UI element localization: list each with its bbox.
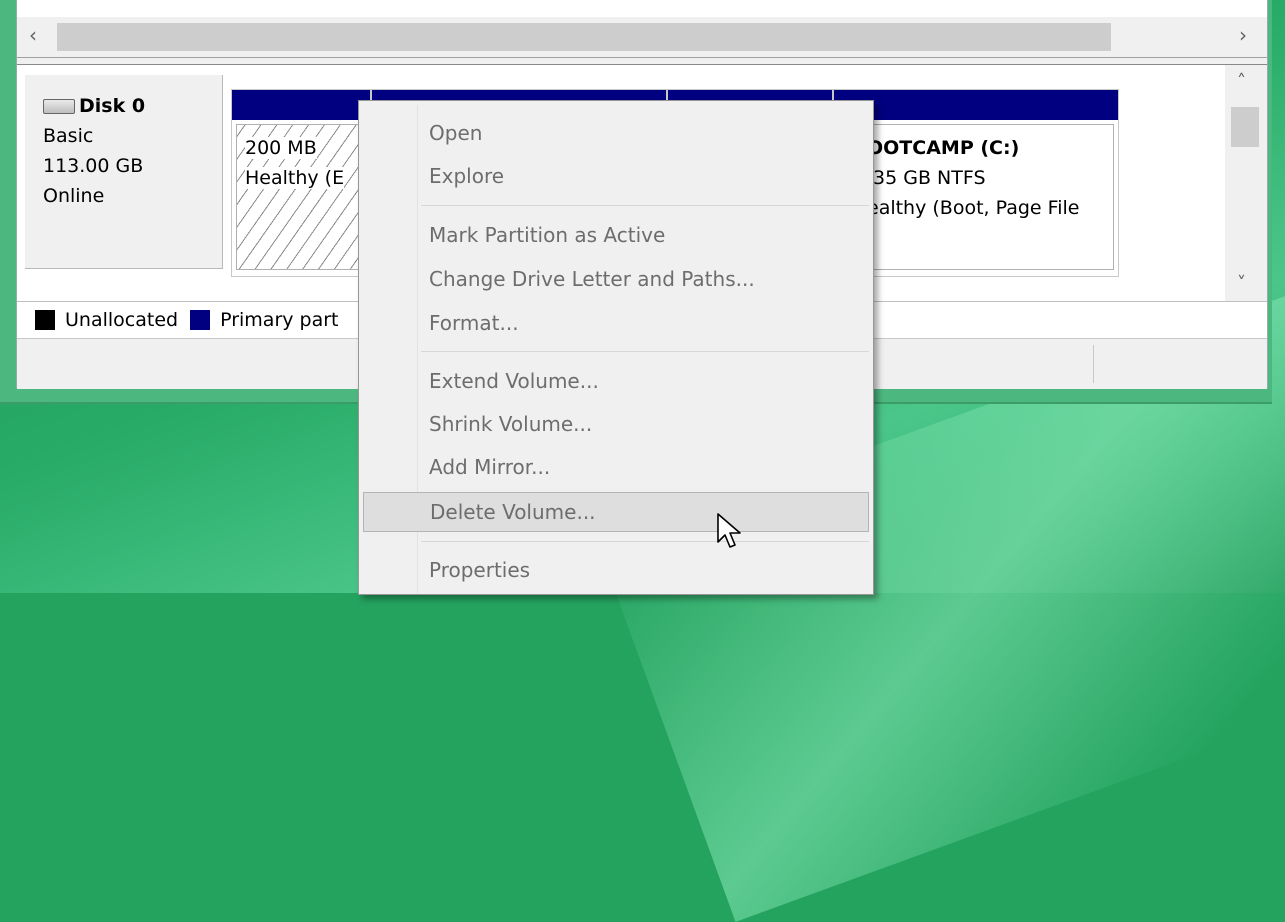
partition-status: ealthy (Boot, Page File [867, 197, 1080, 219]
partition-title: OOTCAMP (C:) [867, 137, 1020, 159]
legend-unallocated: Unallocated [65, 309, 179, 331]
scroll-down-icon[interactable]: ˅ [1237, 273, 1246, 294]
context-menu: Open Explore Mark Partition as Active Ch… [358, 100, 874, 595]
menu-separator [421, 205, 869, 206]
partition-size: .35 GB NTFS [867, 167, 986, 189]
legend-primary: Primary part [220, 309, 339, 331]
scroll-left-icon[interactable]: ‹ [29, 23, 37, 47]
disk-status: Online [43, 185, 105, 207]
partition-header-bar [834, 90, 1118, 120]
menu-item-format[interactable]: Format... [363, 303, 869, 343]
menu-separator [421, 351, 869, 352]
vertical-scrollbar[interactable]: ˄ ˅ [1225, 65, 1267, 303]
scroll-right-icon[interactable]: › [1239, 23, 1247, 47]
vertical-scroll-thumb[interactable] [1231, 107, 1259, 147]
menu-item-mark-active[interactable]: Mark Partition as Active [363, 215, 869, 255]
menu-item-delete-volume[interactable]: Delete Volume... [363, 492, 869, 532]
scroll-up-icon[interactable]: ˄ [1237, 71, 1246, 92]
horizontal-scroll-thumb[interactable] [57, 23, 1111, 51]
horizontal-scrollbar[interactable]: ‹ › [17, 17, 1267, 58]
unallocated-swatch [35, 310, 55, 330]
volume-list[interactable] [17, 0, 1267, 17]
partition-status: Healthy (E [245, 167, 345, 189]
menu-separator [421, 541, 869, 542]
menu-item-explore[interactable]: Explore [363, 156, 869, 196]
partition-size: 200 MB [245, 137, 317, 159]
disk-type: Basic [43, 125, 94, 147]
partition-header-bar [232, 90, 370, 120]
menu-item-extend-volume[interactable]: Extend Volume... [363, 361, 869, 401]
partition-body: 200 MB Healthy (E [236, 124, 366, 270]
disk-size: 113.00 GB [43, 155, 144, 177]
hard-disk-icon [43, 98, 75, 114]
partition-bootcamp[interactable]: OOTCAMP (C:) .35 GB NTFS ealthy (Boot, P… [833, 89, 1119, 277]
primary-swatch [190, 310, 211, 330]
mouse-pointer-icon [717, 513, 741, 548]
partition-efi[interactable]: 200 MB Healthy (E [231, 89, 371, 277]
disk-name-label: Disk 0 [79, 95, 146, 117]
partition-body: OOTCAMP (C:) .35 GB NTFS ealthy (Boot, P… [838, 124, 1114, 270]
status-separator [1093, 345, 1094, 383]
menu-item-change-drive-letter[interactable]: Change Drive Letter and Paths... [363, 259, 869, 299]
disk-name: Disk 0 [43, 91, 204, 121]
disk-info-panel[interactable]: Disk 0 Basic 113.00 GB Online [25, 75, 223, 269]
menu-item-shrink-volume[interactable]: Shrink Volume... [363, 404, 869, 444]
menu-item-properties[interactable]: Properties [363, 550, 869, 590]
menu-item-add-mirror[interactable]: Add Mirror... [363, 447, 869, 487]
menu-item-open[interactable]: Open [363, 113, 869, 153]
